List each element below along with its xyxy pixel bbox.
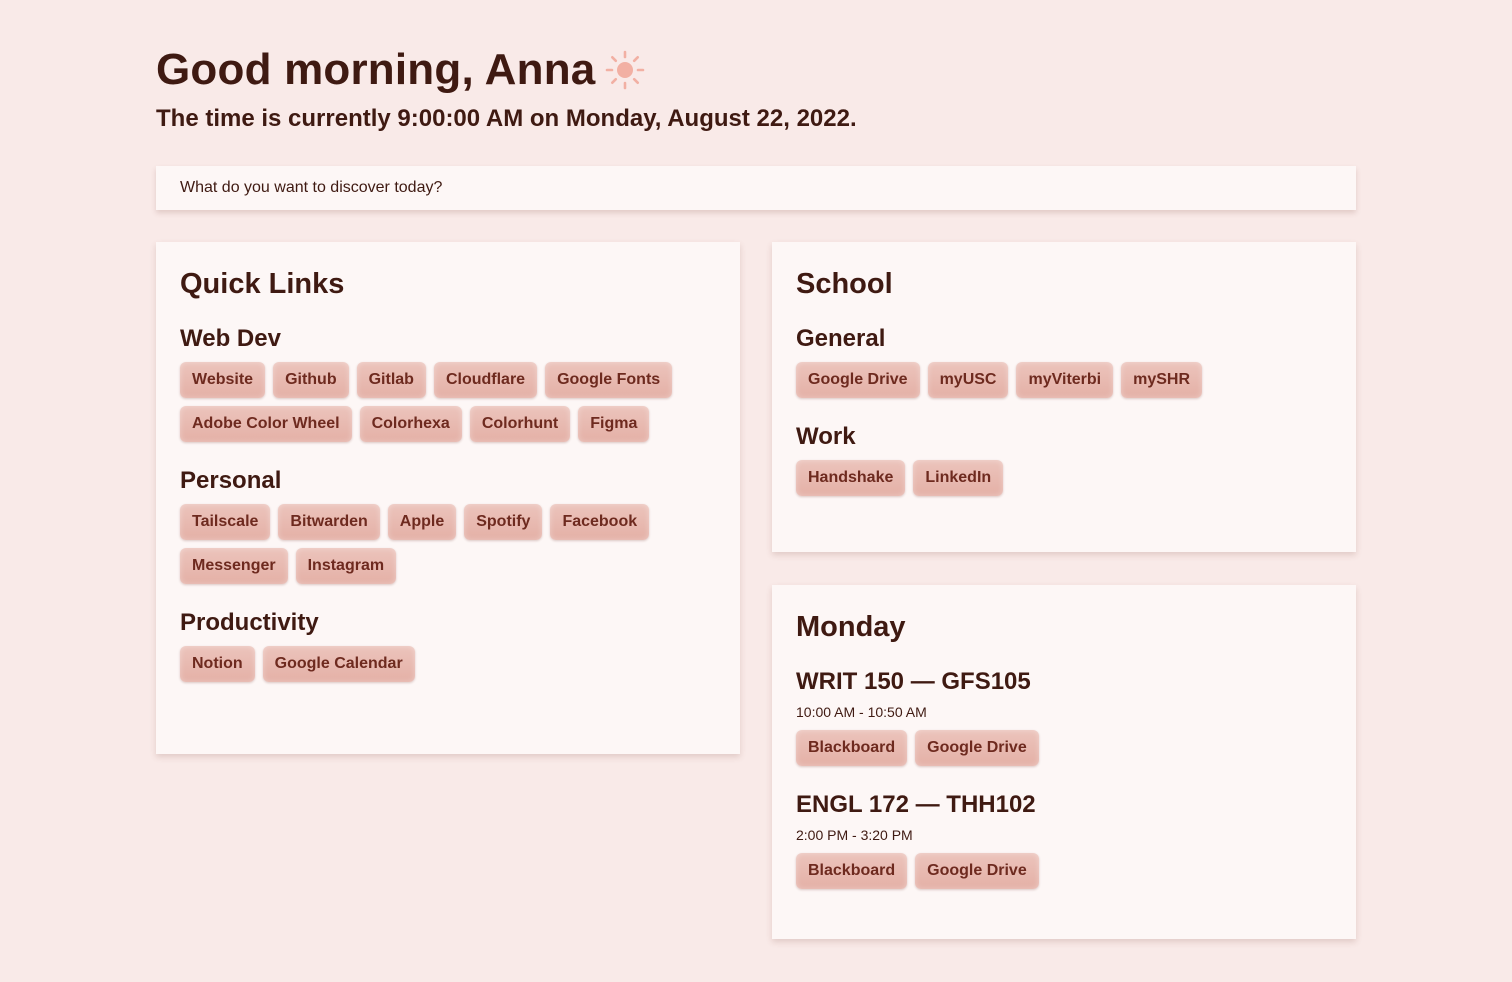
sun-icon — [605, 50, 645, 90]
current-time-text: The time is currently 9:00:00 AM on Mond… — [156, 105, 857, 132]
quick-links-card: Quick Links Web Dev Website Github Gitla… — [156, 242, 740, 754]
productivity-links: Notion Google Calendar — [180, 646, 716, 682]
productivity-section: Productivity Notion Google Calendar — [180, 608, 716, 682]
link-bitwarden[interactable]: Bitwarden — [278, 504, 380, 540]
class-links: Blackboard Google Drive — [796, 730, 1332, 766]
link-blackboard[interactable]: Blackboard — [796, 730, 908, 766]
class-time: 10:00 AM - 10:50 AM — [796, 704, 927, 720]
class-links: Blackboard Google Drive — [796, 853, 1332, 889]
link-spotify[interactable]: Spotify — [464, 504, 543, 540]
schedule-card: Monday WRIT 150 — GFS105 10:00 AM - 10:5… — [772, 585, 1356, 939]
link-google-fonts[interactable]: Google Fonts — [545, 362, 673, 398]
link-instagram[interactable]: Instagram — [295, 548, 397, 584]
personal-links: Tailscale Bitwarden Apple Spotify Facebo… — [180, 504, 716, 584]
link-handshake[interactable]: Handshake — [796, 460, 906, 496]
class-item: ENGL 172 — THH102 2:00 PM - 3:20 PM Blac… — [796, 790, 1332, 889]
personal-title: Personal — [180, 467, 282, 494]
school-card: School General Google Drive myUSC myVite… — [772, 242, 1356, 552]
link-myshr[interactable]: mySHR — [1121, 362, 1203, 398]
search-input[interactable] — [180, 166, 1356, 210]
personal-section: Personal Tailscale Bitwarden Apple Spoti… — [180, 466, 716, 584]
link-cloudflare[interactable]: Cloudflare — [433, 362, 538, 398]
web-dev-title: Web Dev — [180, 325, 281, 352]
work-links: Handshake LinkedIn — [796, 460, 1332, 496]
productivity-title: Productivity — [180, 609, 319, 636]
link-apple[interactable]: Apple — [387, 504, 457, 540]
link-google-calendar[interactable]: Google Calendar — [262, 646, 415, 682]
link-website[interactable]: Website — [180, 362, 266, 398]
web-dev-section: Web Dev Website Github Gitlab Cloudflare… — [180, 324, 716, 442]
class-name: ENGL 172 — THH102 — [796, 791, 1036, 818]
link-myviterbi[interactable]: myViterbi — [1016, 362, 1114, 398]
link-google-drive[interactable]: Google Drive — [796, 362, 920, 398]
quick-links-title: Quick Links — [180, 268, 345, 300]
link-blackboard[interactable]: Blackboard — [796, 853, 908, 889]
link-adobe-color-wheel[interactable]: Adobe Color Wheel — [180, 406, 352, 442]
link-google-drive[interactable]: Google Drive — [915, 730, 1039, 766]
link-google-drive[interactable]: Google Drive — [915, 853, 1039, 889]
schedule-title: Monday — [796, 611, 906, 643]
class-name: WRIT 150 — GFS105 — [796, 668, 1031, 695]
general-section: General Google Drive myUSC myViterbi myS… — [796, 324, 1332, 398]
link-linkedin[interactable]: LinkedIn — [913, 460, 1004, 496]
class-time: 2:00 PM - 3:20 PM — [796, 827, 913, 843]
search-bar[interactable] — [156, 166, 1356, 210]
link-myusc[interactable]: myUSC — [927, 362, 1009, 398]
link-gitlab[interactable]: Gitlab — [356, 362, 426, 398]
work-title: Work — [796, 423, 856, 450]
link-facebook[interactable]: Facebook — [550, 504, 650, 540]
link-notion[interactable]: Notion — [180, 646, 255, 682]
link-colorhunt[interactable]: Colorhunt — [469, 406, 571, 442]
greeting-row: Good morning, Anna — [156, 44, 645, 96]
general-links: Google Drive myUSC myViterbi mySHR — [796, 362, 1332, 398]
link-figma[interactable]: Figma — [578, 406, 650, 442]
web-dev-links: Website Github Gitlab Cloudflare Google … — [180, 362, 716, 442]
greeting-title: Good morning, Anna — [156, 45, 596, 94]
general-title: General — [796, 325, 886, 352]
link-github[interactable]: Github — [273, 362, 349, 398]
link-messenger[interactable]: Messenger — [180, 548, 288, 584]
link-tailscale[interactable]: Tailscale — [180, 504, 271, 540]
work-section: Work Handshake LinkedIn — [796, 422, 1332, 496]
class-item: WRIT 150 — GFS105 10:00 AM - 10:50 AM Bl… — [796, 667, 1332, 766]
link-colorhexa[interactable]: Colorhexa — [359, 406, 462, 442]
school-title: School — [796, 268, 893, 300]
